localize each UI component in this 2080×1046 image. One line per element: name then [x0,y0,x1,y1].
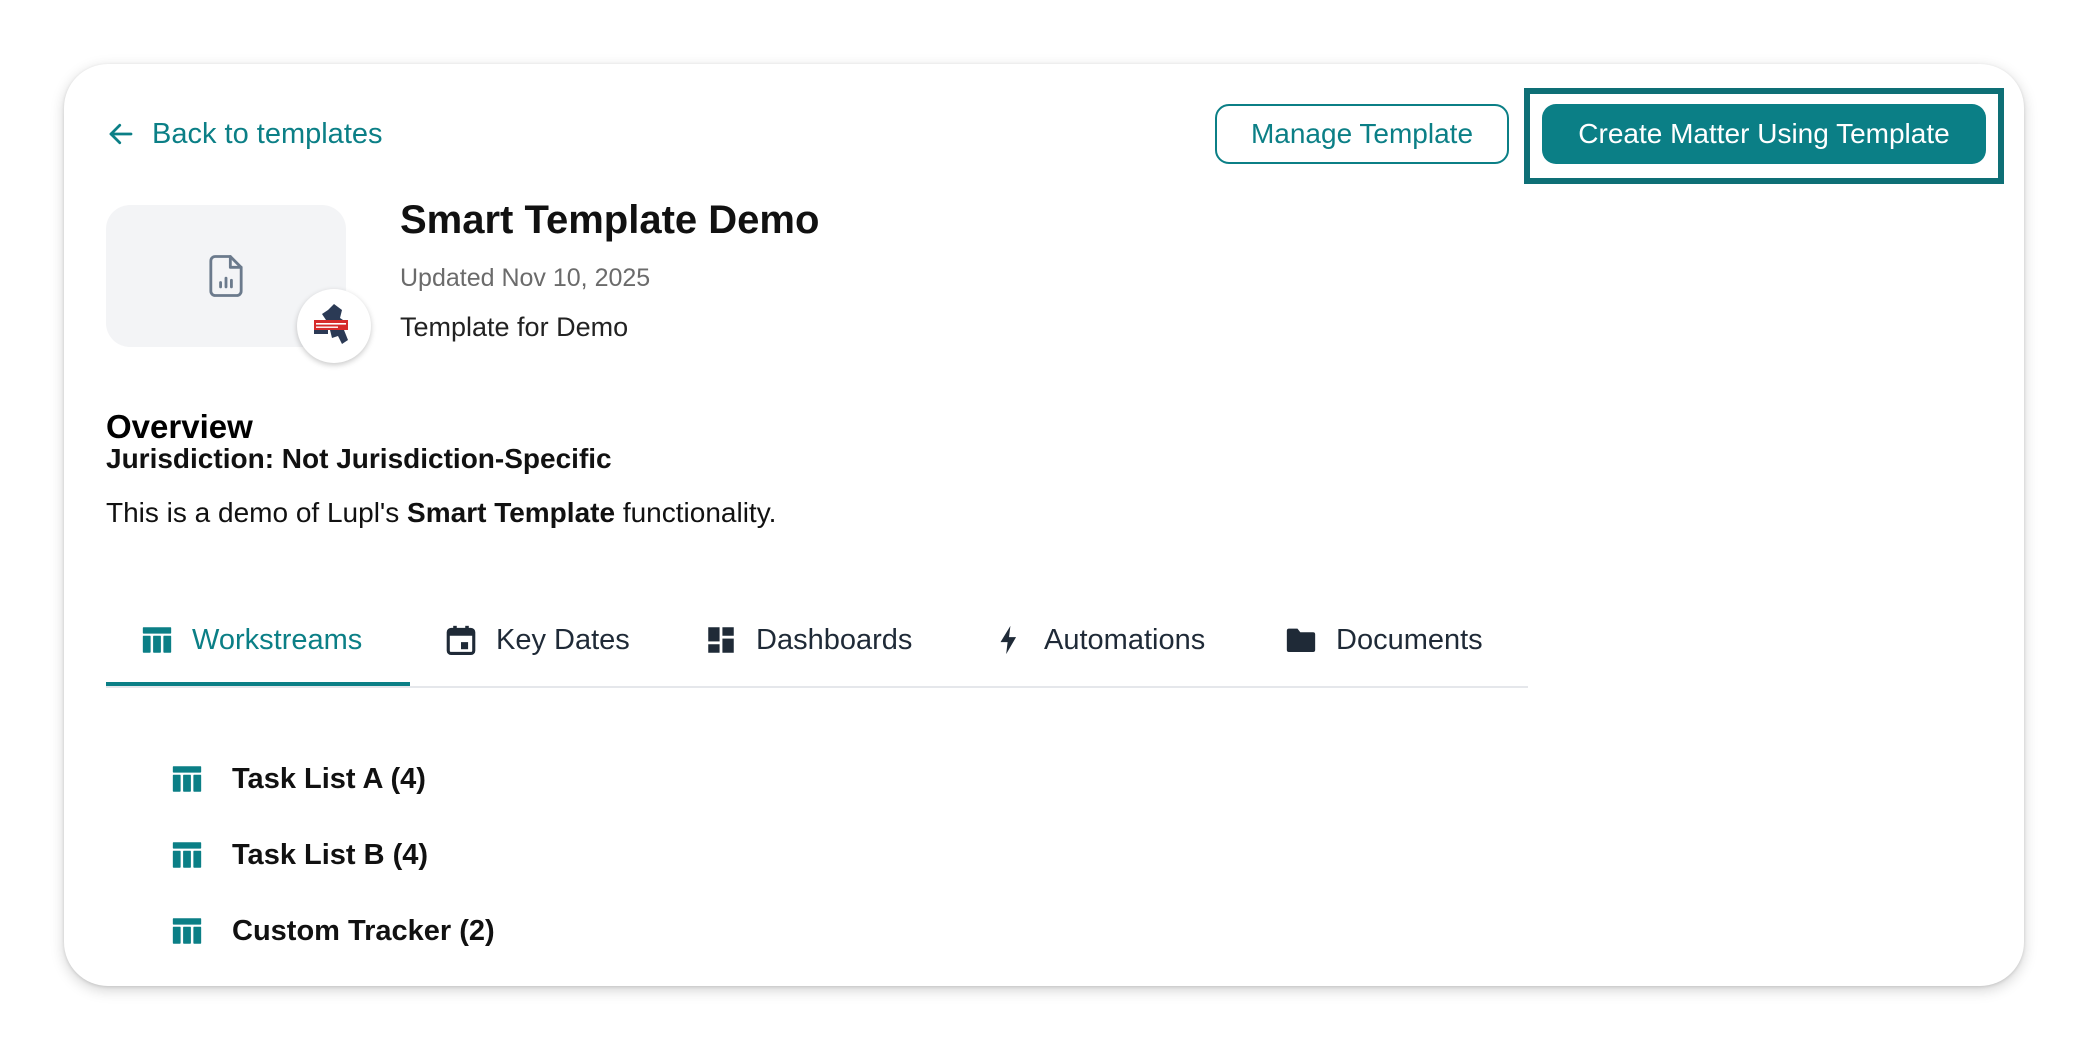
tab-workstreams[interactable]: Workstreams [140,596,362,684]
tab-dashboards-label: Dashboards [756,623,913,656]
tab-documents[interactable]: Documents [1284,596,1483,684]
overview-text-end: functionality. [615,497,777,528]
dashboard-icon [708,627,734,653]
firm-logo [297,289,371,363]
back-to-templates-link[interactable]: Back to templates [106,112,383,156]
table-icon [172,918,202,944]
workstream-item-label: Custom Tracker (2) [232,914,495,947]
firm-logo-icon [314,304,348,344]
page: Back to templates Manage Template Create… [0,0,2080,1046]
tab-automations[interactable]: Automations [992,596,1205,684]
workstream-item-label: Task List A (4) [232,762,426,795]
tab-documents-label: Documents [1336,623,1483,656]
active-tab-indicator [106,682,410,686]
template-description: Template for Demo [400,312,629,342]
overview-text-start: This is a demo of Lupl's [106,497,408,528]
calendar-icon [446,625,476,656]
bolt-icon [1000,625,1017,655]
table-icon [142,627,172,653]
overview-text-bold: Smart Template [407,497,616,528]
tab-bar: Workstreams Key Dates Dashboards Automat… [106,596,1528,688]
overview-heading: Overview [106,408,253,445]
table-icon [172,766,202,792]
jurisdiction-label: Jurisdiction: Not Jurisdiction-Specific [106,443,612,474]
workstream-item[interactable]: Task List A (4) [170,756,426,802]
tab-workstreams-label: Workstreams [192,623,363,656]
tab-key-dates-label: Key Dates [496,623,630,656]
template-title: Smart Template Demo [400,198,820,242]
tab-key-dates[interactable]: Key Dates [444,596,630,684]
workstream-item[interactable]: Custom Tracker (2) [170,908,495,954]
back-link-label: Back to templates [152,117,383,150]
tab-dashboards[interactable]: Dashboards [704,596,912,684]
workstream-item-label: Task List B (4) [232,838,429,871]
tab-automations-label: Automations [1044,623,1206,656]
manage-template-button[interactable]: Manage Template [1215,104,1509,164]
updated-date: Updated Nov 10, 2025 [400,264,651,292]
overview-text: This is a demo of Lupl's Smart Template … [106,497,776,529]
folder-icon [1286,628,1316,653]
workstream-item[interactable]: Task List B (4) [170,832,428,878]
arrow-left-icon [109,123,133,145]
file-chart-icon [209,255,243,297]
table-icon [172,842,202,868]
create-matter-button[interactable]: Create Matter Using Template [1542,104,1986,164]
